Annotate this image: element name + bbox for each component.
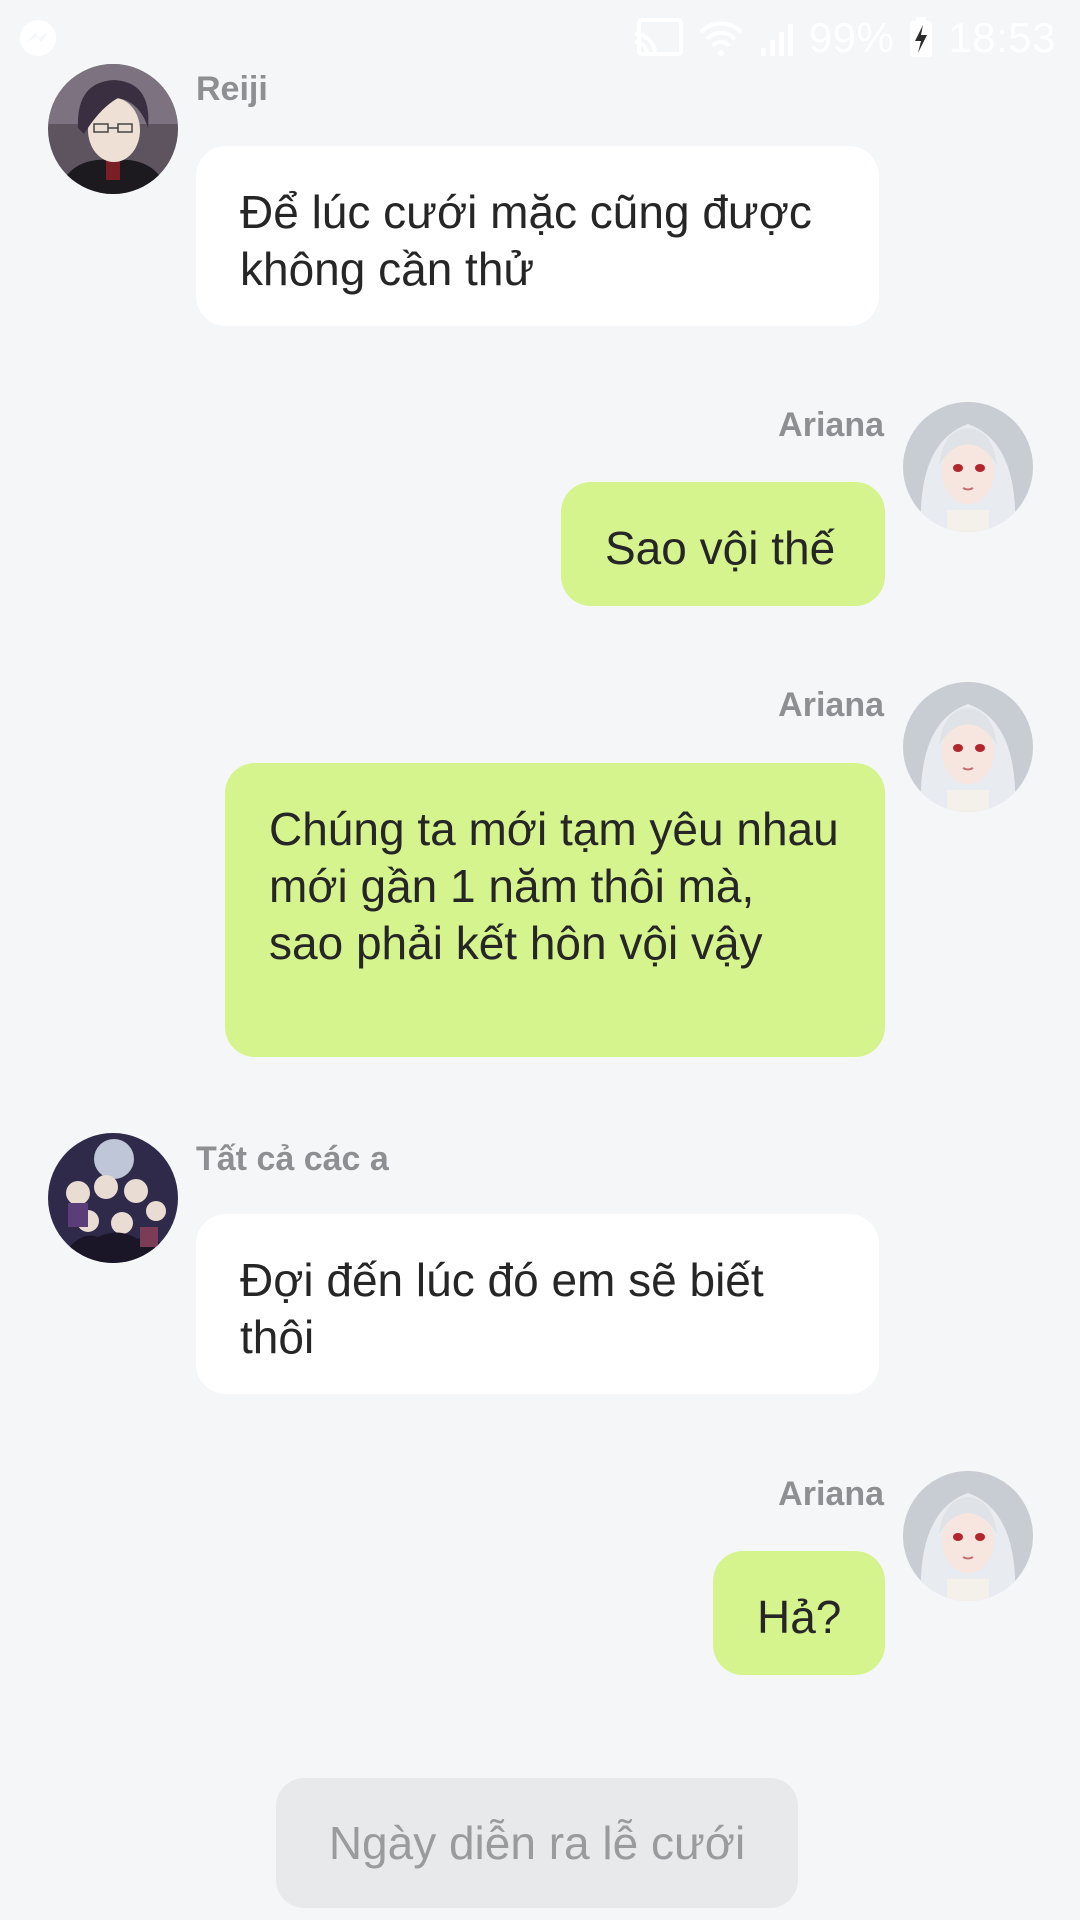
group-avatar[interactable] bbox=[48, 1133, 178, 1263]
ariana-avatar[interactable] bbox=[903, 1471, 1033, 1601]
clock: 18:53 bbox=[948, 14, 1056, 61]
reiji-avatar[interactable] bbox=[48, 64, 178, 194]
ariana-avatar[interactable] bbox=[903, 402, 1033, 532]
message-bubble-incoming: Để lúc cưới mặc cũng được không cần thử bbox=[196, 146, 879, 326]
sender-name: Ariana bbox=[778, 406, 884, 444]
sender-name: Ariana bbox=[778, 1475, 884, 1513]
status-indicators: 99% 18:53 bbox=[633, 10, 1056, 66]
status-bar: 99% 18:53 bbox=[0, 0, 1080, 76]
battery-percent: 99% bbox=[808, 14, 895, 61]
sender-name: Ariana bbox=[778, 686, 884, 724]
cast-icon bbox=[633, 18, 683, 58]
message-bubble-outgoing: Hả? bbox=[713, 1551, 885, 1675]
wifi-icon bbox=[697, 18, 745, 58]
battery-charging-icon bbox=[908, 17, 934, 59]
message-bubble-outgoing: Chúng ta mới tạm yêu nhau mới gần 1 năm … bbox=[225, 763, 885, 1057]
sender-name: Reiji bbox=[196, 70, 268, 108]
signal-icon bbox=[759, 18, 795, 58]
message-bubble-incoming: Đợi đến lúc đó em sẽ biết thôi bbox=[196, 1214, 879, 1394]
ariana-avatar[interactable] bbox=[903, 682, 1033, 812]
sender-name: Tất cả các a bbox=[196, 1140, 389, 1178]
choice-button[interactable]: Ngày diễn ra lễ cưới bbox=[276, 1778, 798, 1908]
message-bubble-outgoing: Sao vội thế bbox=[561, 482, 885, 606]
messenger-icon bbox=[18, 18, 58, 58]
